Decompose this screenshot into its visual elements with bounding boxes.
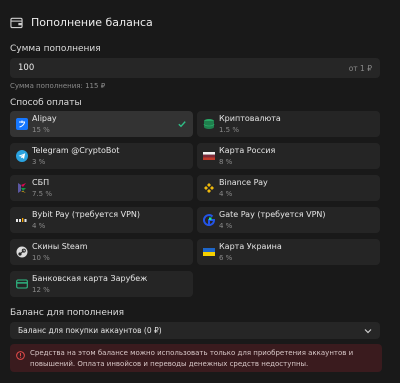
method-name: Bybit Pay (требуется VPN) [32, 210, 141, 219]
method-fee: 1.5 % [219, 126, 240, 134]
method-name: Gate Pay (требуется VPN) [219, 210, 326, 219]
ukraine-flag-icon [203, 248, 215, 256]
binance-icon [204, 183, 214, 193]
russia-flag-icon [203, 152, 215, 160]
method-name: Банковская карта Зарубеж [32, 274, 148, 283]
steam-icon [16, 246, 28, 258]
method-fee: 8 % [219, 158, 233, 166]
modal-title: Пополнение баланса [31, 15, 153, 29]
method-binance[interactable]: Binance Pay 4 % [197, 175, 380, 201]
method-alipay[interactable]: Alipay 15 % [10, 111, 193, 137]
method-fee: 10 % [32, 254, 50, 262]
bank-card-icon [16, 279, 28, 289]
balance-label: Баланс для пополнения [10, 308, 125, 318]
method-fee: 4 % [219, 190, 233, 198]
sbp-icon [18, 183, 26, 193]
method-fee: 7.5 % [32, 190, 53, 198]
method-gate[interactable]: Gate Pay (требуется VPN) 4 % [197, 207, 380, 233]
method-name: Карта Россия [219, 146, 276, 155]
amount-credited: Сумма пополнения: 115 ₽ [10, 82, 106, 90]
chevron-down-icon [364, 328, 372, 333]
crypto-icon [203, 119, 215, 129]
method-name: Скины Steam [32, 242, 88, 251]
wallet-icon [10, 17, 23, 28]
method-fee: 3 % [32, 158, 46, 166]
check-icon [178, 121, 186, 128]
balance-select-value: Баланс для покупки аккаунтов (0 ₽) [18, 326, 162, 335]
method-sbp[interactable]: СБП 7.5 % [10, 175, 193, 201]
bybit-icon [16, 218, 27, 222]
method-name: Alipay [32, 114, 57, 123]
method-card-ukraine[interactable]: Карта Украина 6 % [197, 239, 380, 265]
method-name: Binance Pay [219, 178, 268, 187]
warning-alert: Средства на этом балансе можно использов… [10, 344, 382, 372]
amount-label: Сумма пополнения [10, 44, 101, 54]
method-name: Криптовалюта [219, 114, 281, 123]
amount-input[interactable]: 100 от 1 ₽ [10, 58, 380, 78]
method-fee: 6 % [219, 254, 233, 262]
balance-select[interactable]: Баланс для покупки аккаунтов (0 ₽) [10, 322, 380, 339]
method-bybit[interactable]: Bybit Pay (требуется VPN) 4 % [10, 207, 193, 233]
method-name: СБП [32, 178, 50, 187]
alert-circle-icon [16, 351, 25, 360]
method-crypto[interactable]: Криптовалюта 1.5 % [197, 111, 380, 137]
amount-hint: от 1 ₽ [348, 63, 372, 73]
alert-text: Средства на этом балансе можно использов… [30, 349, 354, 368]
telegram-icon [16, 150, 28, 162]
method-name: Карта Украина [219, 242, 282, 251]
method-fee: 4 % [219, 222, 233, 230]
method-steam[interactable]: Скины Steam 10 % [10, 239, 193, 265]
method-name: Telegram @CryptoBot [32, 146, 120, 155]
method-card-russia[interactable]: Карта Россия 8 % [197, 143, 380, 169]
alipay-icon [16, 118, 28, 130]
method-fee: 12 % [32, 286, 50, 294]
payment-method-label: Способ оплаты [10, 98, 82, 108]
method-foreign-card[interactable]: Банковская карта Зарубеж 12 % [10, 271, 193, 297]
method-telegram[interactable]: Telegram @CryptoBot 3 % [10, 143, 193, 169]
amount-value[interactable]: 100 [18, 63, 349, 73]
modal-header: Пополнение баланса [10, 14, 153, 30]
method-fee: 15 % [32, 126, 50, 134]
method-fee: 4 % [32, 222, 46, 230]
gate-icon [203, 214, 215, 226]
